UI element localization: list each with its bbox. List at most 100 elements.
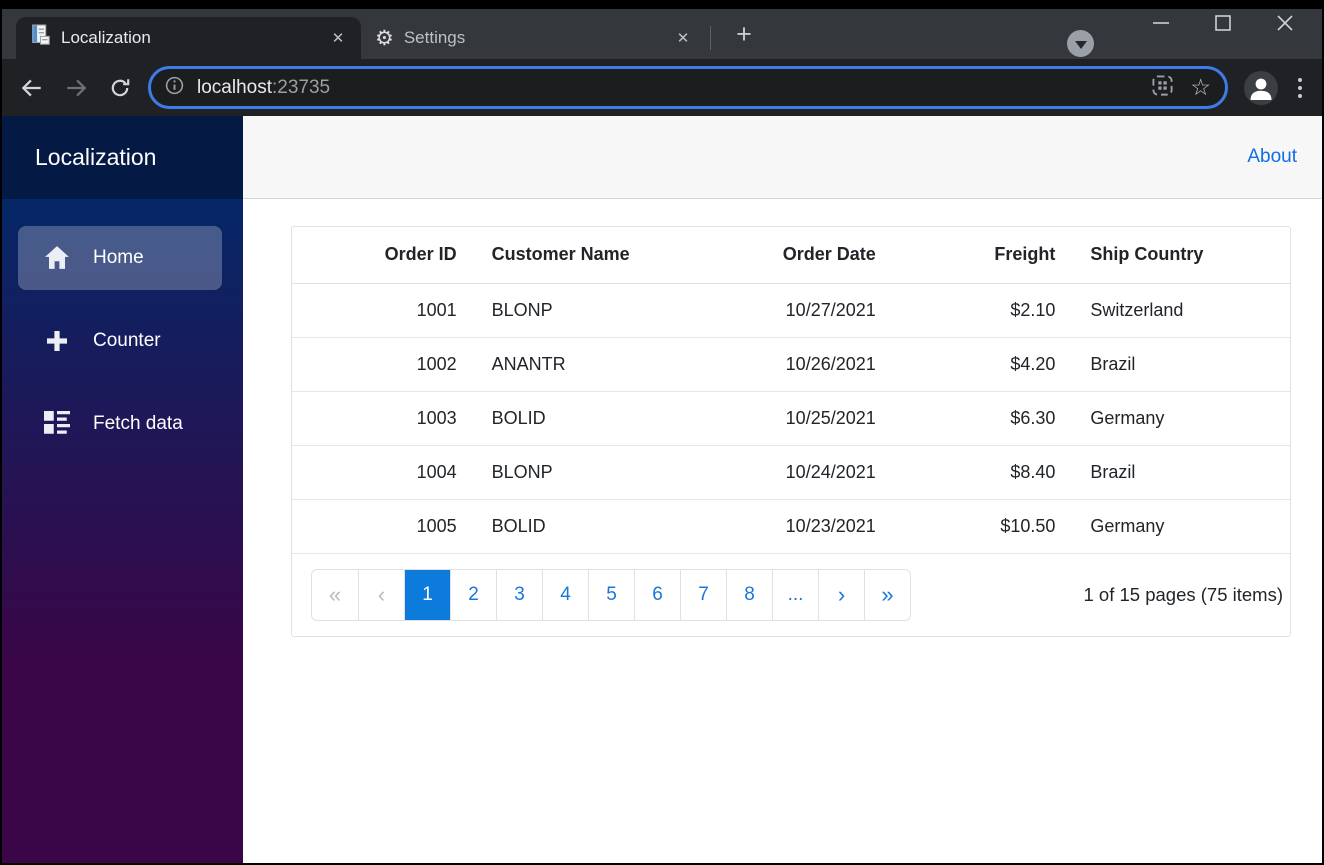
new-tab-button[interactable]: + (727, 17, 761, 51)
main-area: About Order ID Customer Name Order Date … (243, 116, 1322, 863)
orders-grid: Order ID Customer Name Order Date Freigh… (291, 226, 1291, 637)
table-row[interactable]: 1001 BLONP 10/27/2021 $2.10 Switzerland (292, 283, 1290, 338)
url-text[interactable]: localhost:23735 (197, 77, 330, 99)
browser-chrome: Localization ✕ ⚙ Settings ✕ + localhost:… (2, 2, 1322, 116)
tab-strip: Localization ✕ ⚙ Settings ✕ + (2, 9, 1322, 59)
site-info-icon[interactable] (164, 75, 185, 101)
sidebar-item-fetch-data[interactable]: Fetch data (18, 392, 222, 456)
list-icon (44, 411, 70, 437)
pager-page-1[interactable]: 1 (404, 569, 450, 620)
table-row[interactable]: 1004 BLONP 10/24/2021 $8.40 Brazil (292, 445, 1290, 500)
profile-avatar[interactable] (1244, 70, 1278, 105)
cell-ship-country: Brazil (1070, 337, 1290, 392)
chevron-down-icon (1074, 40, 1087, 49)
column-header-order-date[interactable]: Order Date (651, 227, 891, 284)
bookmark-star-icon[interactable]: ☆ (1190, 76, 1211, 99)
pager-page-4[interactable]: 4 (542, 569, 588, 620)
document-icon (30, 24, 51, 52)
cell-order-id: 1002 (292, 337, 472, 392)
pager-previous-button[interactable]: ‹ (358, 569, 404, 620)
cell-customer-name: BLONP (471, 445, 652, 500)
cell-ship-country: Brazil (1070, 445, 1290, 500)
back-icon[interactable] (10, 66, 54, 110)
sidebar-item-label: Home (93, 247, 144, 268)
tab-title: Settings (403, 28, 466, 47)
sidebar-nav: Home Counter Fetch data (2, 199, 243, 863)
app-brand[interactable]: Localization (2, 116, 243, 199)
cell-order-date: 10/25/2021 (651, 391, 891, 446)
orders-table: Order ID Customer Name Order Date Freigh… (292, 227, 1290, 554)
browser-toolbar: localhost:23735 ☆ (2, 59, 1322, 116)
pager-last-button[interactable]: » (864, 569, 910, 620)
column-header-freight[interactable]: Freight (890, 227, 1071, 284)
window-frame-top (2, 2, 1322, 9)
tab-close-icon[interactable]: ✕ (670, 25, 696, 51)
column-header-customer-name[interactable]: Customer Name (471, 227, 652, 284)
app-root: Localization Home Counter Fetch data Abo… (2, 116, 1322, 863)
column-header-ship-country[interactable]: Ship Country (1070, 227, 1290, 284)
cell-order-date: 10/27/2021 (651, 283, 891, 338)
tab-localization[interactable]: Localization ✕ (16, 17, 361, 59)
cell-customer-name: BLONP (471, 283, 652, 338)
sidebar-item-label: Counter (93, 330, 161, 351)
tab-title: Localization (61, 28, 151, 47)
table-row[interactable]: 1002 ANANTR 10/26/2021 $4.20 Brazil (292, 337, 1290, 392)
sidebar-item-counter[interactable]: Counter (18, 309, 222, 373)
pager: « ‹ 1 2 3 4 5 6 7 8 ... › » (311, 568, 911, 621)
cell-order-date: 10/24/2021 (651, 445, 891, 500)
page-header: About (243, 116, 1322, 199)
cell-customer-name: ANANTR (471, 337, 652, 392)
pager-page-6[interactable]: 6 (634, 569, 680, 620)
cell-ship-country: Switzerland (1070, 283, 1290, 338)
cell-order-id: 1001 (292, 283, 472, 338)
pager-page-2[interactable]: 2 (450, 569, 496, 620)
pager-page-8[interactable]: 8 (726, 569, 772, 620)
table-row[interactable]: 1005 BOLID 10/23/2021 $10.50 Germany (292, 499, 1290, 554)
home-icon (44, 246, 70, 270)
sidebar-item-home[interactable]: Home (18, 226, 222, 290)
cell-ship-country: Germany (1070, 499, 1290, 554)
browser-window: Localization ✕ ⚙ Settings ✕ + localhost:… (0, 0, 1324, 865)
page-content: Order ID Customer Name Order Date Freigh… (243, 199, 1322, 863)
pager-page-5[interactable]: 5 (588, 569, 634, 620)
pager-ellipsis[interactable]: ... (772, 569, 818, 620)
pager-row: « ‹ 1 2 3 4 5 6 7 8 ... › » 1 of 15 page… (292, 554, 1290, 636)
cell-freight: $2.10 (890, 283, 1071, 338)
cell-freight: $8.40 (890, 445, 1071, 500)
tab-close-icon[interactable]: ✕ (325, 25, 351, 51)
cell-customer-name: BOLID (471, 499, 652, 554)
table-row[interactable]: 1003 BOLID 10/25/2021 $6.30 Germany (292, 391, 1290, 446)
cell-order-date: 10/26/2021 (651, 337, 891, 392)
cell-ship-country: Germany (1070, 391, 1290, 446)
cell-order-id: 1003 (292, 391, 472, 446)
cell-order-id: 1005 (292, 499, 472, 554)
tab-settings[interactable]: ⚙ Settings ✕ (361, 17, 706, 59)
about-link[interactable]: About (1247, 146, 1297, 168)
pager-first-button[interactable]: « (312, 570, 358, 620)
sidebar: Localization Home Counter Fetch data (2, 116, 243, 863)
pager-page-3[interactable]: 3 (496, 569, 542, 620)
cell-customer-name: BOLID (471, 391, 652, 446)
column-header-order-id[interactable]: Order ID (292, 227, 472, 284)
qr-code-icon[interactable] (1151, 74, 1174, 102)
url-host: localhost (197, 76, 272, 98)
omnibox-actions: ☆ (1151, 74, 1211, 102)
cell-order-id: 1004 (292, 445, 472, 500)
table-header-row: Order ID Customer Name Order Date Freigh… (292, 227, 1290, 284)
address-bar[interactable]: localhost:23735 ☆ (148, 66, 1228, 109)
cell-freight: $10.50 (890, 499, 1071, 554)
cell-freight: $6.30 (890, 391, 1071, 446)
tab-separator (710, 26, 711, 50)
pager-page-7[interactable]: 7 (680, 569, 726, 620)
reload-icon[interactable] (98, 66, 142, 110)
close-window-button[interactable] (1254, 5, 1316, 41)
tab-search-button[interactable] (1067, 30, 1094, 57)
cell-order-date: 10/23/2021 (651, 499, 891, 554)
minimize-button[interactable] (1130, 5, 1192, 41)
url-port: :23735 (272, 76, 331, 98)
gear-icon: ⚙ (375, 26, 394, 50)
forward-icon[interactable] (54, 66, 98, 110)
browser-menu-icon[interactable] (1288, 72, 1312, 104)
pager-next-button[interactable]: › (818, 569, 864, 620)
maximize-button[interactable] (1192, 5, 1254, 41)
